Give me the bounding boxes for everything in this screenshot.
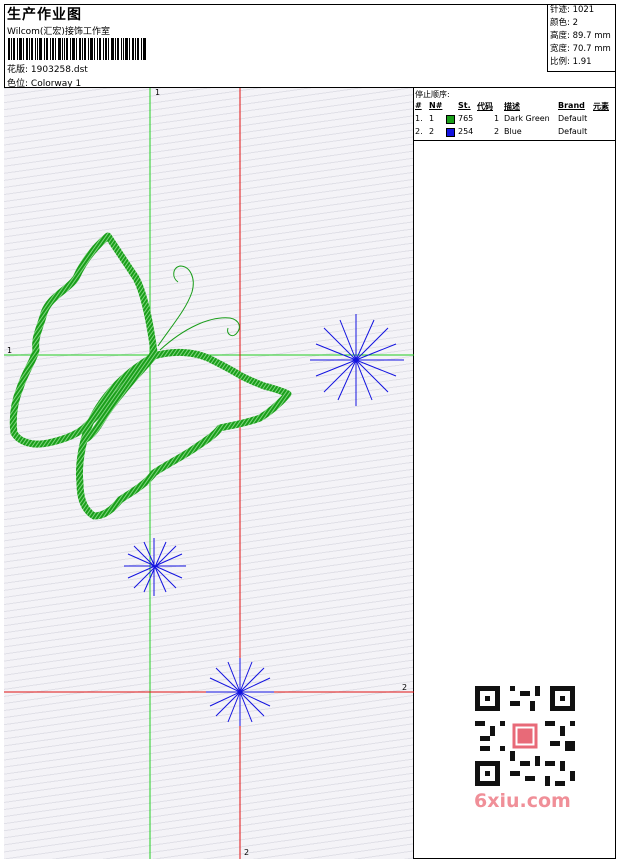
color-swatch (446, 128, 455, 137)
watermark-text: 6xiu.com (474, 790, 571, 812)
star-motif-3 (206, 658, 274, 726)
stat-scale: 比例: 1.91 (550, 57, 592, 67)
stop-sequence-table: # N# St. 代码 描述 Brand 元素 1. 1 765 1 Dark … (414, 100, 616, 139)
stat-colors: 颜色: 2 (550, 18, 578, 28)
design-label: 花版: (7, 65, 29, 75)
guide-label-red-bottom: 2 (244, 848, 250, 857)
table-row: 1. 1 765 1 Dark Green Default (415, 114, 588, 124)
guide-label-green-top: 1 (155, 88, 161, 97)
design-canvas: 1 1 2 2 (4, 88, 414, 859)
header: 生产作业图 Wilcom(汇宏)接饰工作室 花版: 1903258.dst 色位… (4, 4, 616, 89)
stat-stitches: 针迹: 1021 (550, 5, 595, 15)
stat-width: 宽度: 70.7 mm (550, 44, 611, 54)
stat-height: 高度: 89.7 mm (550, 31, 611, 41)
table-header: # N# St. 代码 描述 Brand 元素 (415, 101, 609, 111)
stop-sequence-panel: 停止顺序: # N# St. 代码 描述 Brand 元素 1. 1 765 1… (414, 88, 616, 141)
barcode (8, 38, 146, 60)
embroidery-preview (4, 88, 414, 859)
table-row: 2. 2 254 2 Blue Default (415, 127, 588, 137)
guide-label-green-left: 1 (7, 346, 13, 355)
design-line: 花版: 1903258.dst (7, 62, 88, 75)
guide-label-red-right: 2 (402, 683, 408, 692)
qr-code (470, 680, 580, 792)
page-title: 生产作业图 (7, 7, 82, 23)
star-motif-1 (310, 314, 404, 406)
stop-sequence-title: 停止顺序: (415, 90, 450, 99)
butterfly-antennae (157, 265, 240, 351)
company-name: Wilcom(汇宏)接饰工作室 (7, 27, 110, 37)
stats-box: 针迹: 1021 颜色: 2 高度: 89.7 mm 宽度: 70.7 mm 比… (547, 4, 616, 72)
star-motif-2 (124, 538, 186, 596)
design-value: 1903258.dst (30, 65, 88, 75)
butterfly-motif (9, 232, 292, 520)
color-swatch (446, 115, 455, 124)
